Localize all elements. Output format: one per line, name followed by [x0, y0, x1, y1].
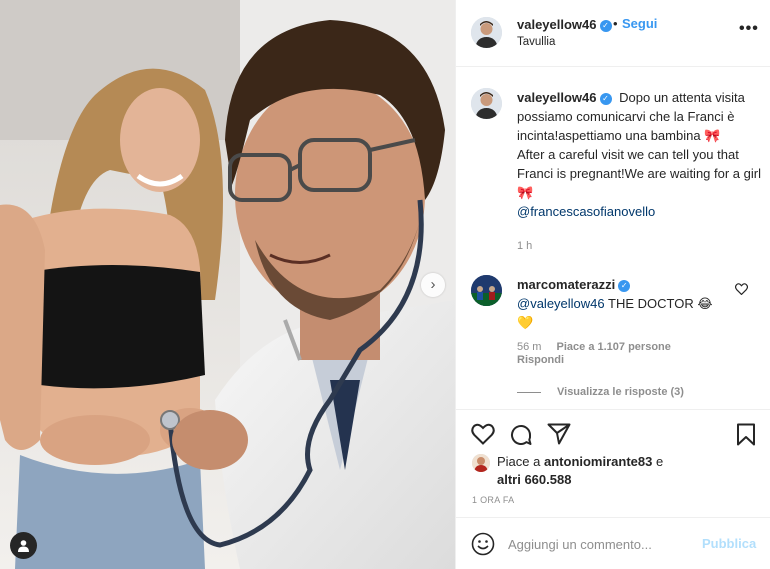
post-sidebar: valeyellow46 ✓ • Segui Tavullia ••• valey…: [455, 0, 770, 569]
caption-text-en: After a careful visit we can tell you th…: [517, 147, 761, 181]
next-photo-button[interactable]: ›: [421, 273, 445, 297]
photo-illustration: [0, 0, 455, 569]
user-tag-icon: [18, 540, 29, 552]
post-caption: valeyellow46 ✓ Dopo un attenta visita pos…: [517, 88, 762, 221]
likes-prefix: Piace a: [497, 454, 541, 469]
comment-meta: 56 m Piace a 1.107 persone: [517, 340, 683, 355]
location-link[interactable]: Tavullia: [517, 36, 555, 48]
author-username[interactable]: valeyellow46 ✓: [517, 17, 612, 32]
commenter-username-text[interactable]: marcomaterazzi: [517, 277, 615, 292]
user-tag-button[interactable]: [10, 532, 37, 559]
author-username-text[interactable]: valeyellow46: [517, 17, 597, 32]
comment-text: THE DOCTOR: [608, 296, 694, 311]
likes-text: Piace a antoniomirante83 e altri 660.588: [497, 453, 757, 489]
post-header: valeyellow46 ✓ • Segui Tavullia •••: [456, 0, 770, 67]
laugh-emoji: 😂: [697, 296, 713, 311]
verified-badge-icon: ✓: [599, 20, 612, 32]
comment-input[interactable]: [508, 533, 688, 555]
commenter-avatar[interactable]: [471, 275, 502, 306]
instagram-post: › valeyellow46 ✓ • Segui Tavullia ••• va…: [0, 0, 770, 569]
more-options-icon[interactable]: •••: [739, 20, 759, 38]
caption-mention-link[interactable]: @francescasofianovello: [517, 204, 655, 219]
smile-icon[interactable]: [471, 532, 495, 556]
post-date[interactable]: 1 ORA FA: [472, 495, 514, 505]
liker-avatar[interactable]: [472, 454, 490, 472]
bow-emoji: 🎀: [517, 185, 534, 200]
comment: marcomaterazzi ✓ @valeyellow46 THE DOCTOR…: [517, 275, 739, 332]
caption-username[interactable]: valeyellow46 ✓: [517, 90, 612, 105]
liker-username[interactable]: antoniomirante83: [544, 454, 652, 469]
caption-avatar[interactable]: [471, 88, 502, 119]
like-comment-heart-icon[interactable]: [735, 283, 748, 295]
commenter-username[interactable]: marcomaterazzi ✓: [517, 277, 631, 292]
caption-timestamp[interactable]: 1 h: [517, 240, 532, 252]
publish-button[interactable]: Pubblica: [702, 536, 756, 551]
post-photo[interactable]: ›: [0, 0, 455, 569]
comment-icon[interactable]: [509, 423, 533, 447]
add-comment-bar: Pubblica: [456, 517, 770, 569]
comment-mention-link[interactable]: @valeyellow46: [517, 296, 605, 311]
verified-badge-icon: ✓: [599, 93, 612, 105]
heart-icon[interactable]: [471, 423, 495, 445]
share-icon[interactable]: [547, 423, 571, 445]
chevron-right-icon: ›: [430, 276, 436, 293]
verified-badge-icon: ✓: [618, 280, 631, 292]
action-bar: [456, 409, 770, 457]
separator-dot: •: [613, 16, 618, 31]
caption-username-text[interactable]: valeyellow46: [517, 90, 597, 105]
follow-button[interactable]: Segui: [622, 16, 657, 31]
view-replies-button[interactable]: Visualizza le risposte (3): [517, 386, 684, 398]
comment-likes-count[interactable]: Piace a 1.107 persone: [557, 341, 671, 353]
likes-joiner: e: [655, 454, 664, 469]
comment-timestamp[interactable]: 56 m: [517, 341, 541, 353]
yellow-heart-emoji: 💛: [517, 315, 534, 330]
likes-others-count[interactable]: altri 660.588: [497, 472, 571, 487]
bow-emoji: 🎀: [704, 128, 721, 143]
author-avatar[interactable]: [471, 17, 502, 48]
bookmark-icon[interactable]: [736, 423, 756, 446]
reply-button[interactable]: Rispondi: [517, 354, 564, 366]
